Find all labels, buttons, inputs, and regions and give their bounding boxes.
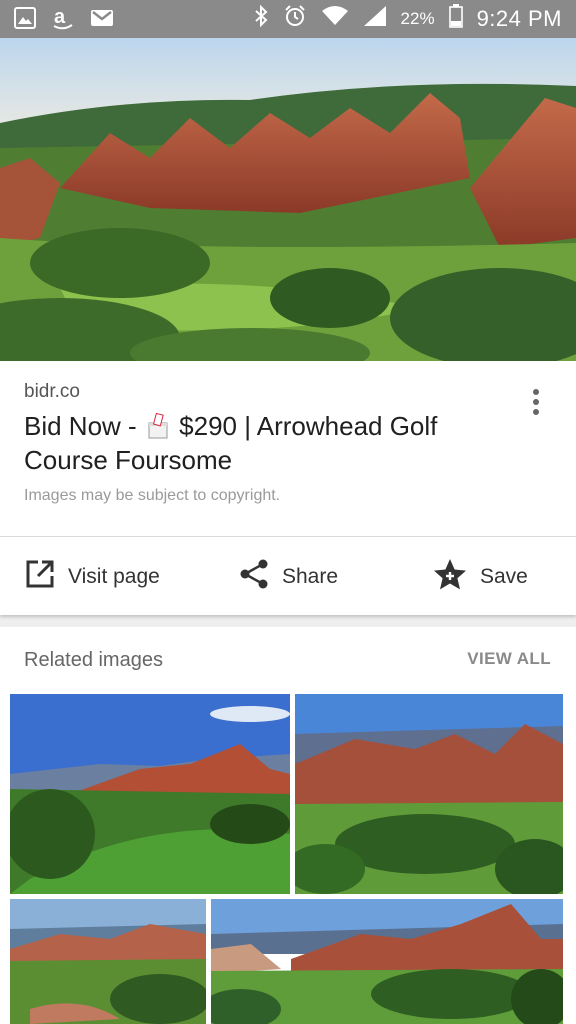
battery-icon: [448, 4, 463, 33]
battery-percent: 22%: [400, 8, 435, 28]
save-button[interactable]: Save: [432, 557, 528, 597]
ballot-box-icon: [147, 412, 169, 439]
related-images-heading: Related images: [24, 649, 163, 671]
result-info-card: bidr.co Bid Now - $290 | Arrowhead Golf …: [0, 361, 576, 537]
title-text-start: Bid Now -: [24, 411, 144, 441]
amazon-icon: a: [52, 6, 74, 35]
visit-page-button[interactable]: Visit page: [24, 557, 160, 597]
result-title[interactable]: Bid Now - $290 | Arrowhead Golf Course F…: [24, 409, 504, 477]
save-label: Save: [480, 565, 528, 588]
copyright-note: Images may be subject to copyright.: [24, 487, 281, 504]
open-in-new-icon: [24, 558, 56, 596]
status-bar: a 22% 9:24 PM: [0, 0, 576, 38]
view-all-button[interactable]: VIEW ALL: [467, 649, 551, 669]
related-image-thumbnail[interactable]: [295, 694, 563, 894]
gallery-icon: [14, 7, 36, 34]
share-label: Share: [282, 565, 339, 588]
source-domain[interactable]: bidr.co: [24, 381, 80, 403]
related-image-thumbnail[interactable]: [211, 899, 563, 1024]
gmail-icon: [90, 8, 114, 33]
main-image[interactable]: [0, 38, 576, 361]
related-image-thumbnail[interactable]: [10, 694, 290, 894]
visit-page-label: Visit page: [68, 565, 160, 588]
share-button[interactable]: Share: [238, 557, 338, 597]
star-add-icon: [432, 557, 468, 597]
related-images-section: Related images VIEW ALL: [0, 627, 576, 1024]
more-options-button[interactable]: [524, 385, 548, 421]
alarm-icon: [283, 4, 307, 33]
wifi-icon: [321, 5, 349, 32]
svg-text:a: a: [54, 6, 66, 28]
bluetooth-icon: [253, 4, 269, 33]
signal-icon: [363, 5, 387, 32]
related-image-thumbnail[interactable]: [10, 899, 206, 1024]
share-icon: [238, 558, 270, 596]
action-bar: Visit page Share Save: [0, 537, 576, 615]
clock: 9:24 PM: [476, 5, 562, 31]
